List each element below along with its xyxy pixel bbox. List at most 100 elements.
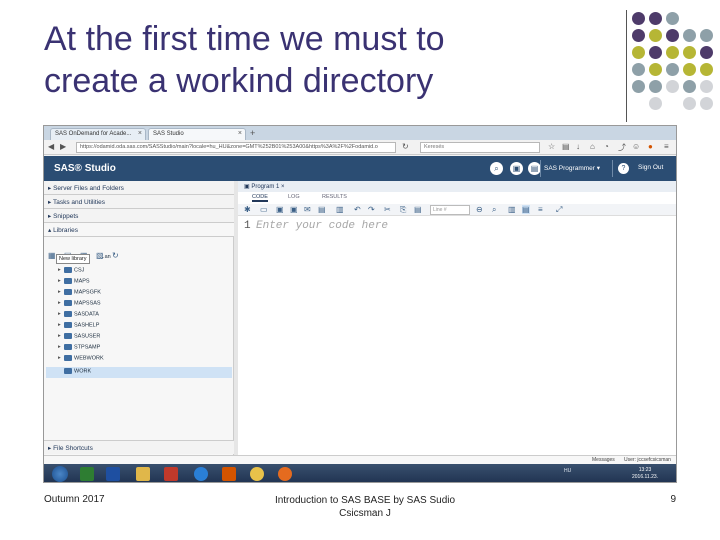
firefox-icon[interactable]: ● [648,142,653,151]
email-icon[interactable]: ✉ [304,205,311,214]
tab-code[interactable]: CODE [252,194,268,202]
library-name: SASUSER [74,333,101,340]
program-tab[interactable]: ▣ Program 1 × [238,181,676,192]
navigation-pane: ▸ Server Files and Folders ▸ Tasks and U… [44,181,234,455]
taskbar-clock[interactable]: 13:23 2016.11.23. [632,467,658,481]
code-editor[interactable]: 1 Enter your code here [238,217,676,455]
star-icon[interactable]: ☆ [548,142,555,151]
messages-link[interactable]: Messages [592,457,615,463]
library-item[interactable]: ▸ MAPS [58,278,90,288]
editor-tabs: CODE LOG RESULTS [238,193,676,203]
section-snippets[interactable]: ▸ Snippets [44,209,234,223]
sas-programmer-menu[interactable]: SAS Programmer ▾ [544,164,600,172]
library-item[interactable]: ▸ SASUSER [58,333,100,343]
code-view-icon[interactable]: ▤ [522,205,530,214]
save-as-icon[interactable]: ▣ [290,205,298,214]
search-icon[interactable]: ⌕ [492,205,496,215]
undo-icon[interactable]: ↶ [354,205,361,214]
save-icon[interactable]: ▣ [276,205,284,214]
sync-icon[interactable]: ☺ [632,142,640,151]
dot [683,97,696,110]
library-name: CSJ [74,267,85,274]
library-name: MAPSSAS [74,300,101,307]
close-icon[interactable]: × [138,130,142,137]
section-label: Snippets [53,213,79,220]
paint-icon[interactable] [222,467,236,481]
url-input[interactable]: https://odamid.oda.sas.com/SASStudio/mai… [76,142,396,153]
library-item[interactable]: ▸ SASDATA [58,311,99,321]
refresh-icon[interactable]: ↻ [112,251,122,261]
dot [700,80,713,93]
section-file-shortcuts[interactable]: ▸ File Shortcuts [44,440,234,454]
tab-log[interactable]: LOG [288,194,300,200]
library-item[interactable]: ▸ MAPSSAS [58,300,101,310]
library-item[interactable]: ▸ WEBWORK [58,355,104,365]
library-name: WORK [74,368,92,375]
file-explorer-icon[interactable] [136,467,150,481]
forward-arrow-icon[interactable]: ▶ [60,142,66,151]
section-server-files[interactable]: ▸ Server Files and Folders [44,181,234,195]
help-icon[interactable]: ? [618,163,629,174]
browser-search-input[interactable]: Keresés [420,142,540,153]
library-name: SASDATA [74,311,99,318]
library-name: SASHELP [74,322,100,329]
close-icon[interactable]: × [238,130,242,137]
pocket-icon[interactable]: ◔ [604,142,609,151]
powerpoint-icon[interactable] [164,467,178,481]
dot [666,46,679,59]
format-icon[interactable]: ⊖ [476,205,483,214]
search-icon[interactable]: ⌕ [490,162,503,175]
save-icon[interactable]: ▣ [510,162,523,175]
dot [649,12,662,25]
firefox-icon[interactable] [278,467,292,481]
tray-language[interactable]: HU [564,468,571,474]
download-icon[interactable]: ▤ [318,205,326,214]
windows-start-icon[interactable] [52,466,68,482]
footer-course: Introduction to SAS BASE by SAS Sudio Cs… [240,494,490,520]
redo-icon[interactable]: ↷ [368,205,375,214]
maximize-icon[interactable]: ⤢ [556,205,562,215]
sign-out-link[interactable]: Sign Out [638,164,663,171]
close-icon[interactable]: × [281,184,285,190]
tab-results[interactable]: RESULTS [322,194,347,200]
browser-tab-sas-studio[interactable]: SAS Studio × [148,128,246,140]
menu-icon[interactable]: ≡ [664,142,669,151]
snippet-icon[interactable]: ▥ [508,205,516,214]
reload-icon[interactable]: ↻ [402,142,409,151]
code-placeholder: Enter your code here [256,220,389,232]
browser-tab-sas-ondemand[interactable]: SAS OnDemand for Acade... × [50,128,146,140]
section-tasks-utilities[interactable]: ▸ Tasks and Utilities [44,195,234,209]
open-icon[interactable]: ▭ [260,205,268,214]
windows-taskbar: HU 13:23 2016.11.23. [44,464,676,482]
copy-icon[interactable]: ⎘ [400,205,406,215]
my-libraries-label: ...an [100,254,111,260]
clock-date: 2016.11.23. [632,474,659,480]
address-bar: ◀ ▶ https://odamid.oda.sas.com/SASStudio… [44,140,676,155]
print-icon[interactable]: ▥ [336,205,344,214]
divider [612,160,613,177]
back-arrow-icon[interactable]: ◀ [48,142,54,151]
download-icon[interactable]: ↓ [576,142,580,151]
paste-icon[interactable]: ▤ [414,205,422,214]
settings-icon[interactable]: ≡ [538,205,543,214]
cut-icon[interactable]: ✂ [384,205,391,214]
dot [632,29,645,42]
decorative-dot-grid [632,12,718,116]
excel-icon[interactable] [80,467,94,481]
word-icon[interactable] [106,467,120,481]
library-item[interactable]: ▸ SASHELP [58,322,99,332]
dot [700,46,713,59]
section-libraries[interactable]: ▴ Libraries [44,223,234,237]
line-number-input[interactable]: Line # [430,205,470,215]
home-icon[interactable]: ⌂ [590,142,595,151]
internet-explorer-icon[interactable] [194,467,208,481]
library-item[interactable]: ▸ MAPSGFK [58,289,101,299]
new-tab-button[interactable]: + [250,128,255,138]
share-icon[interactable]: ⤴ [618,142,626,153]
chrome-icon[interactable] [250,467,264,481]
run-icon[interactable]: ✱ [244,205,251,214]
library-item[interactable]: ▸ STPSAMP [58,344,100,354]
library-item[interactable]: ▸ CSJ [58,267,84,277]
bookmarks-icon[interactable]: ▤ [562,142,570,151]
library-item-work[interactable]: WORK [58,368,91,378]
